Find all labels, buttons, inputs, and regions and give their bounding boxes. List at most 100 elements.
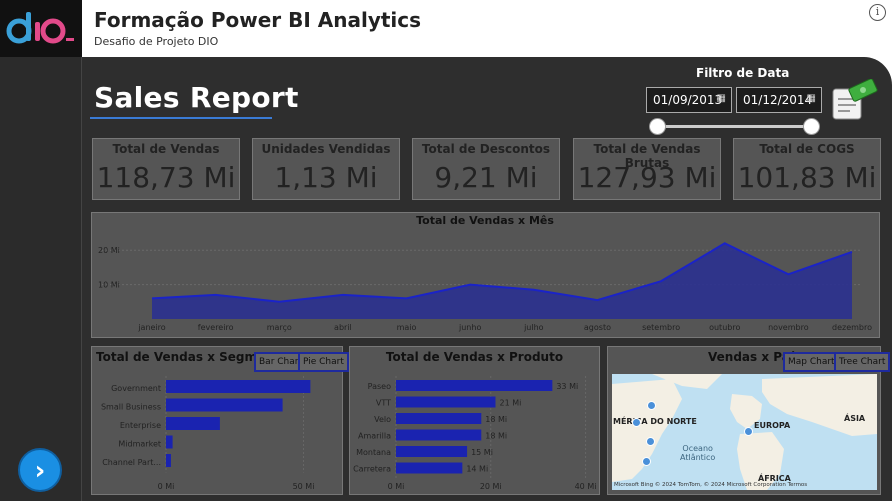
country-sales-panel: Vendas x País Map Chart Tree Chart MÉRIC… [607, 346, 891, 495]
map-point[interactable] [744, 427, 753, 436]
kpi-value: 127,93 Mi [577, 161, 717, 194]
kpi-value: 118,73 Mi [96, 161, 236, 194]
x-tick-label: 0 Mi [158, 482, 175, 491]
kpi-total-vendas: Total de Vendas 118,73 Mi [92, 138, 240, 200]
app-window: Formação Power BI Analytics Desafio de P… [0, 0, 892, 501]
monthly-sales-chart: Total de Vendas x Mês 10 Mi 20 Mi janeiro fe… [98, 214, 872, 332]
map-chart-button[interactable]: Map Chart [783, 352, 840, 372]
map-point[interactable] [647, 401, 656, 410]
x-tick-label: maio [397, 323, 417, 332]
date-range-slider[interactable] [657, 125, 812, 128]
kpi-label: Total de Vendas [112, 142, 220, 156]
x-tick-label: janeiro [137, 323, 165, 332]
title-underline [90, 117, 272, 119]
category-label: Velo [374, 415, 391, 424]
start-date-input[interactable]: 01/09/2013 ▦ [646, 87, 732, 113]
category-label: Montana [356, 448, 391, 457]
document-money-icon [832, 79, 878, 120]
bar [166, 417, 220, 430]
map-point[interactable] [646, 437, 655, 446]
page-title: Sales Report [94, 81, 299, 114]
x-tick-label: outubro [709, 323, 740, 332]
product-sales-panel: Total de Vendas x Produto 0 Mi 20 Mi 40 Mi… [349, 346, 600, 495]
date-filter-title: Filtro de Data [696, 66, 790, 80]
kpi-label: Total de Descontos [421, 142, 551, 156]
data-label: 15 Mi [471, 448, 493, 457]
tree-chart-button[interactable]: Tree Chart [834, 352, 891, 372]
kpi-value: 1,13 Mi [274, 161, 378, 194]
product-chart-title: Total de Vendas x Produto [385, 350, 564, 364]
category-label: Carretera [353, 465, 391, 474]
data-label: 18 Mi [485, 415, 507, 424]
left-rail [0, 57, 82, 501]
segment-bar-chart: 0 Mi 50 Mi Government Small Business Enterpr… [101, 376, 314, 491]
x-tick-label: 20 Mi [480, 482, 502, 491]
data-label: 21 Mi [500, 399, 522, 408]
x-tick-label: novembro [768, 323, 809, 332]
map-point[interactable] [632, 418, 641, 427]
category-label: Government [111, 384, 161, 393]
app-title: Formação Power BI Analytics [94, 8, 422, 32]
x-tick-label: 40 Mi [575, 482, 597, 491]
area-chart-title: Total de Vendas x Mês [416, 214, 554, 227]
atlantic-ocean-label: Oceano Atlântico [680, 444, 716, 462]
bar [396, 413, 482, 424]
kpi-value: 101,83 Mi [737, 161, 877, 194]
kpi-label: Total de COGS [759, 142, 855, 156]
calendar-icon[interactable]: ▦ [717, 93, 726, 104]
next-page-button[interactable]: › [18, 448, 62, 492]
data-label: 33 Mi [556, 382, 578, 391]
calendar-icon[interactable]: ▦ [807, 93, 816, 104]
x-tick-label: setembro [642, 323, 680, 332]
x-tick-label: agosto [584, 323, 611, 332]
slider-end-handle[interactable] [803, 118, 820, 135]
report-canvas: Sales Report Filtro de Data 01/09/2013 ▦… [82, 57, 892, 501]
category-label: Small Business [101, 403, 161, 412]
map-point[interactable] [642, 457, 651, 466]
bar [396, 380, 553, 391]
y-tick-label: 10 Mi [98, 281, 120, 290]
kpi-value: 9,21 Mi [434, 161, 538, 194]
x-tick-label: março [267, 323, 292, 332]
end-date-value: 01/12/2014 [743, 93, 813, 107]
app-subtitle: Desafio de Projeto DIO [94, 35, 219, 48]
info-icon[interactable]: i [869, 4, 886, 21]
x-tick-label: dezembro [832, 323, 872, 332]
bar [166, 435, 173, 449]
category-label: Channel Part... [102, 458, 161, 467]
data-label: 14 Mi [466, 465, 488, 474]
kpi-unidades-vendidas: Unidades Vendidas 1,13 Mi [252, 138, 400, 200]
data-label: 18 Mi [485, 432, 507, 441]
bar [396, 396, 496, 408]
bar [396, 429, 482, 441]
monthly-sales-panel: Total de Vendas x Mês 10 Mi 20 Mi janeiro fe… [91, 212, 880, 338]
bar [166, 454, 171, 467]
x-tick-label: fevereiro [198, 323, 234, 332]
bar [396, 462, 463, 474]
x-tick-label: junho [458, 323, 481, 332]
bar [166, 380, 311, 393]
category-label: Enterprise [120, 421, 161, 430]
x-tick-label: 0 Mi [388, 482, 405, 491]
category-label: Midmarket [118, 440, 161, 449]
x-tick-label: julho [523, 323, 544, 332]
start-date-value: 01/09/2013 [653, 93, 723, 107]
map-attribution: Microsoft Bing © 2024 TomTom, © 2024 Mic… [614, 482, 808, 488]
kpi-total-descontos: Total de Descontos 9,21 Mi [412, 138, 560, 200]
kpi-label: Unidades Vendidas [261, 142, 391, 156]
bar [396, 446, 468, 457]
kpi-total-vendas-brutas: Total de Vendas Brutas 127,93 Mi [573, 138, 721, 200]
kpi-total-cogs: Total de COGS 101,83 Mi [733, 138, 881, 200]
y-tick-label: 20 Mi [98, 246, 120, 255]
bar [166, 398, 283, 412]
segment-sales-panel: Total de Vendas x Segmento Bar Chart Pie… [91, 346, 349, 495]
product-bar-chart: 0 Mi 20 Mi 40 Mi Paseo 33 Mi VTT 21 Mi Velo 18 M… [353, 376, 597, 491]
x-tick-label: abril [334, 323, 352, 332]
slider-start-handle[interactable] [649, 118, 666, 135]
pie-chart-button[interactable]: Pie Chart [298, 352, 349, 372]
north-america-label: MÉRICA DO NORTE [613, 417, 697, 426]
europe-label: EUROPA [754, 421, 791, 430]
category-label: Amarilla [358, 432, 391, 441]
end-date-input[interactable]: 01/12/2014 ▦ [736, 87, 822, 113]
world-map[interactable]: MÉRICA DO NORTE EUROPA ÁSIA ÁFRICA Ocean… [612, 374, 877, 490]
